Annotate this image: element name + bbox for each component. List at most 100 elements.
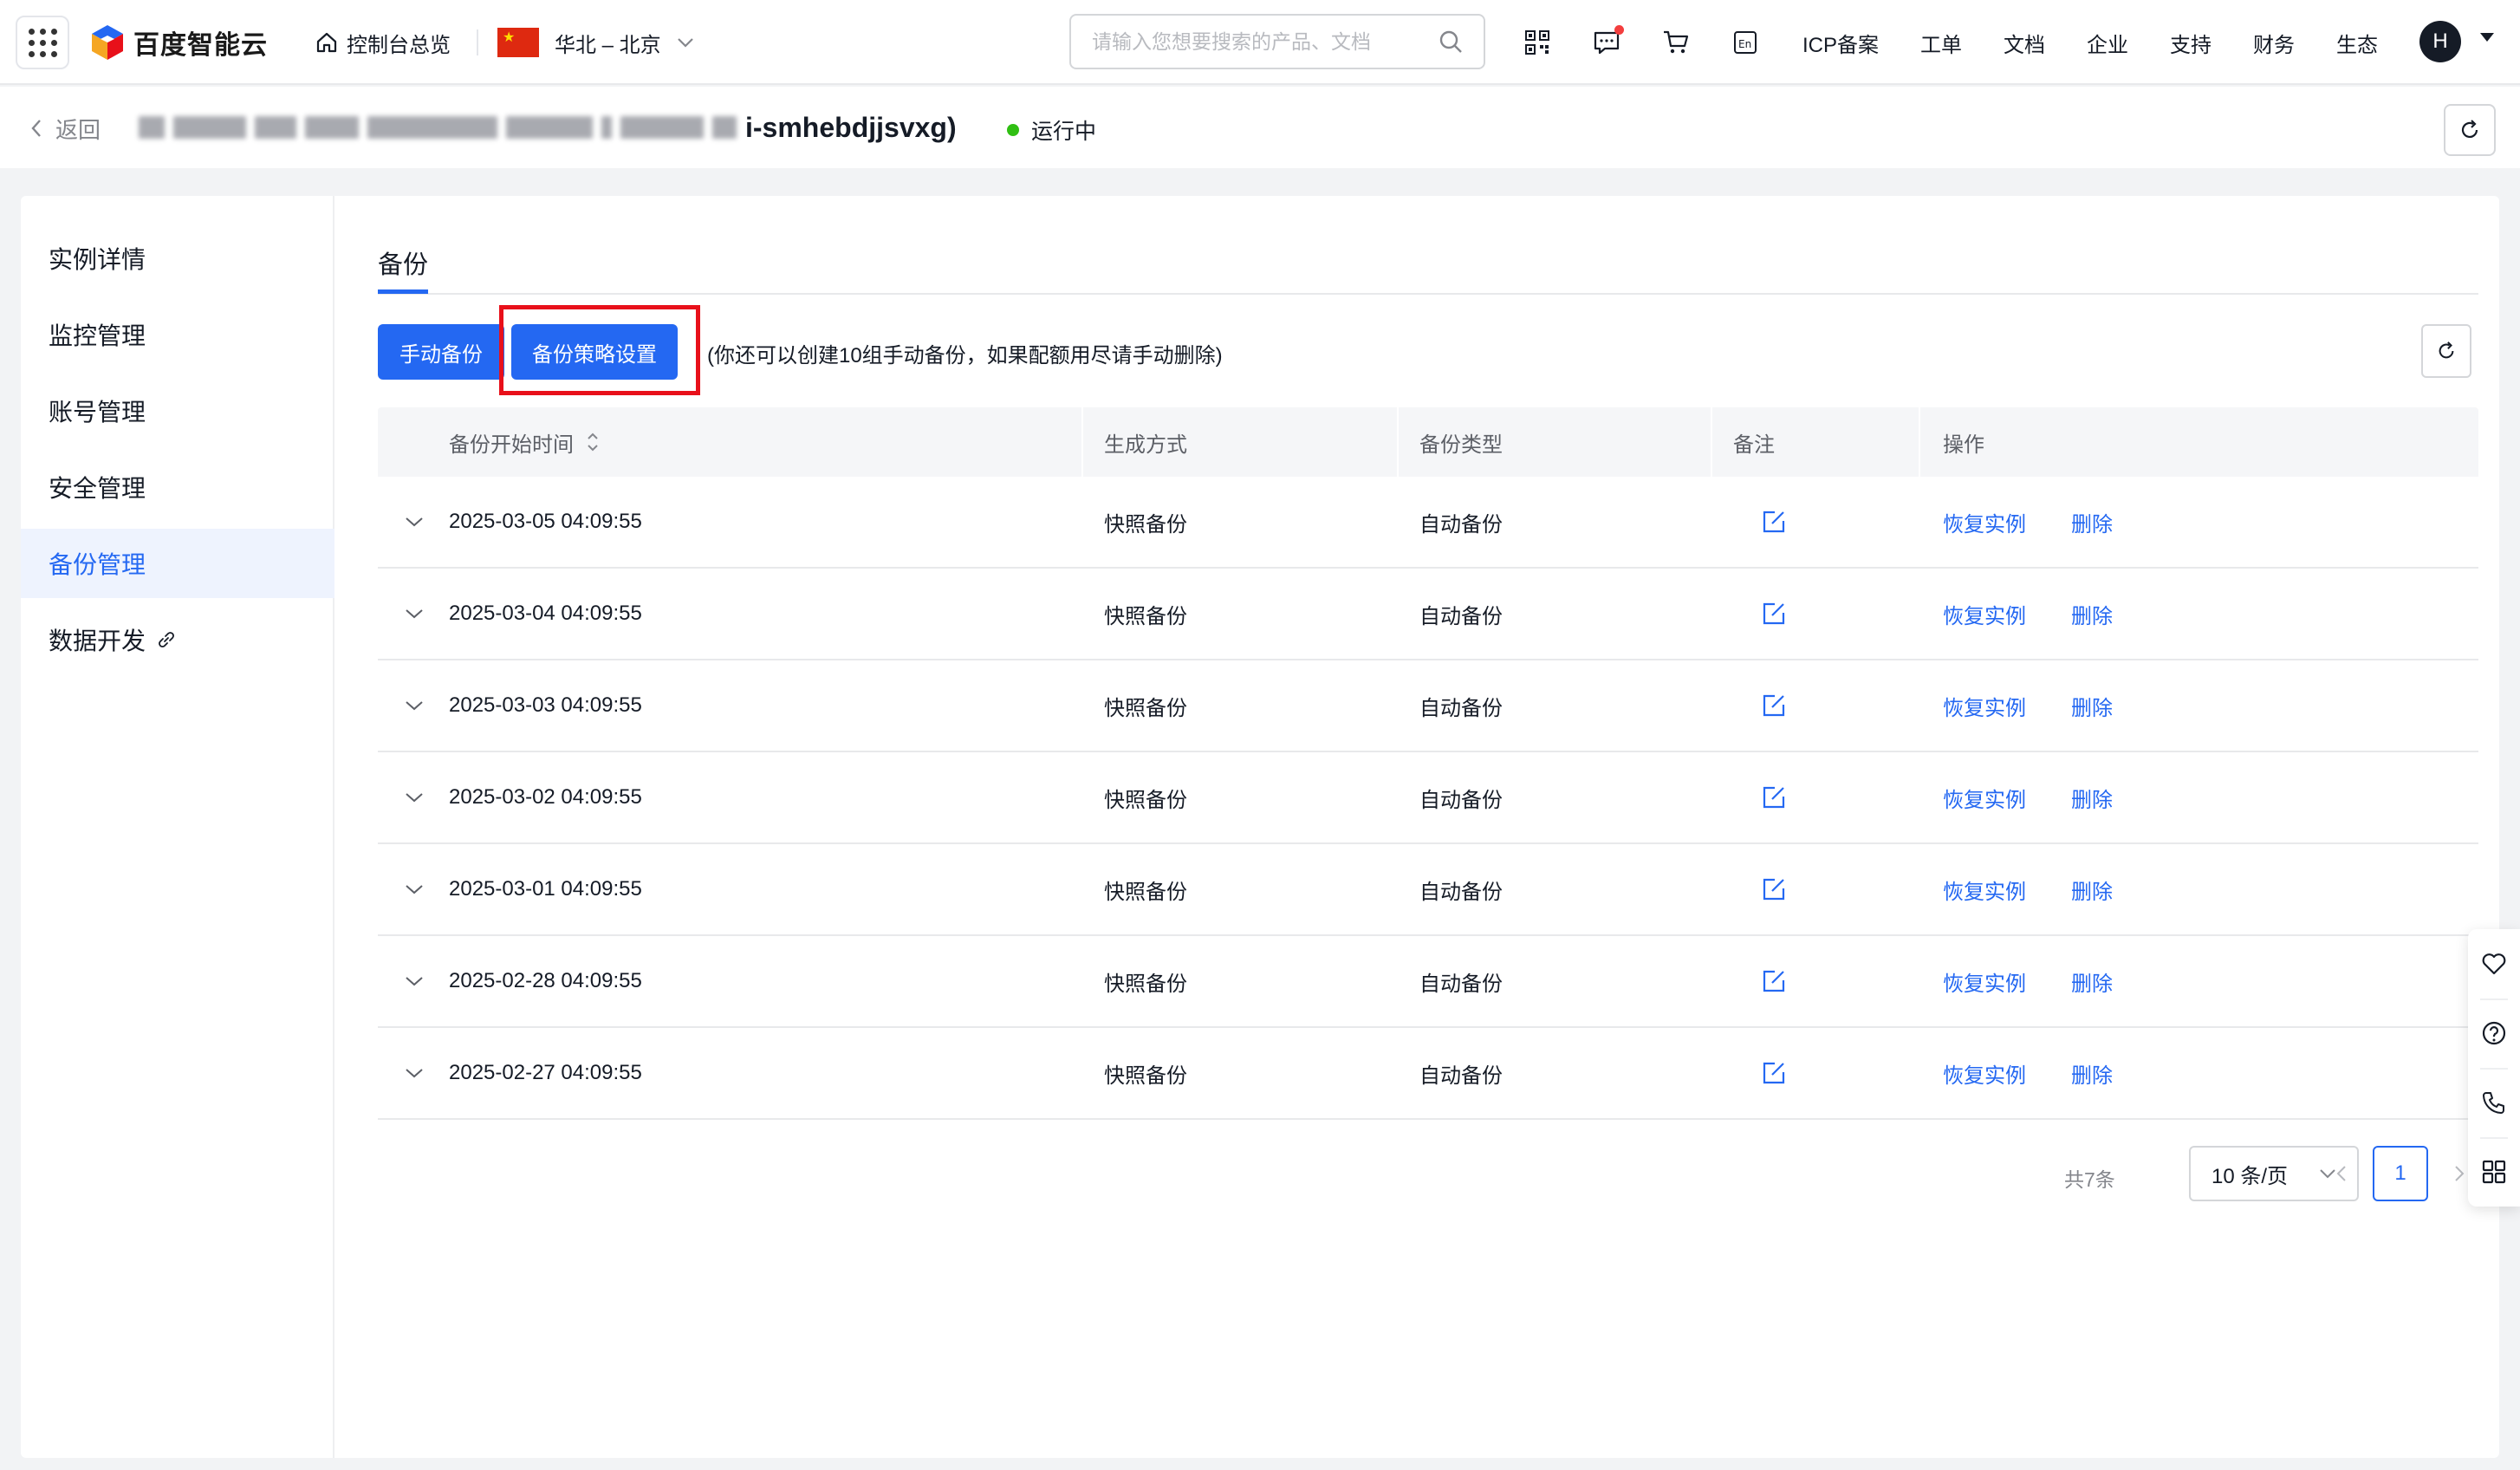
expand-row-toggle[interactable] bbox=[399, 660, 430, 751]
favorite-button[interactable] bbox=[2468, 929, 2520, 998]
edit-remark-button[interactable] bbox=[1761, 844, 1787, 934]
phone-button[interactable] bbox=[2468, 1068, 2520, 1137]
message-button[interactable] bbox=[1588, 23, 1626, 62]
search-icon[interactable] bbox=[1439, 29, 1463, 54]
tab-backup[interactable]: 备份 bbox=[378, 244, 428, 295]
sidebar-item-instance-details[interactable]: 实例详情 bbox=[21, 224, 334, 293]
ticket-link[interactable]: 工单 bbox=[1920, 28, 1962, 58]
back-label: 返回 bbox=[55, 116, 101, 143]
help-button[interactable] bbox=[2468, 998, 2520, 1068]
language-button[interactable]: En bbox=[1726, 23, 1764, 62]
console-overview-link[interactable]: 控制台总览 bbox=[315, 24, 451, 61]
delete-backup-link[interactable]: 删除 bbox=[2071, 569, 2113, 659]
chevron-down-icon bbox=[677, 38, 693, 48]
manual-backup-button[interactable]: 手动备份 bbox=[378, 324, 504, 380]
search-input[interactable] bbox=[1092, 29, 1439, 54]
delete-backup-link[interactable]: 删除 bbox=[2071, 660, 2113, 751]
redacted-block bbox=[506, 116, 593, 139]
backup-policy-settings-button[interactable]: 备份策略设置 bbox=[511, 324, 678, 380]
edit-remark-button[interactable] bbox=[1761, 752, 1787, 842]
delete-backup-link[interactable]: 删除 bbox=[2071, 844, 2113, 934]
sidebar-item-label: 账号管理 bbox=[49, 399, 146, 426]
floating-toolbar bbox=[2468, 929, 2520, 1207]
chevron-down-icon bbox=[406, 609, 423, 619]
restore-instance-link[interactable]: 恢复实例 bbox=[1943, 569, 2026, 659]
instance-header: 返回 i-smhebdjjsvxg) 运行中 bbox=[0, 87, 2520, 168]
caret-down-icon[interactable] bbox=[2480, 33, 2494, 42]
finance-link[interactable]: 财务 bbox=[2253, 28, 2295, 58]
page-number-current[interactable]: 1 bbox=[2373, 1146, 2428, 1201]
apps-menu-button[interactable] bbox=[16, 16, 69, 69]
expand-row-toggle[interactable] bbox=[399, 936, 430, 1026]
expand-row-toggle[interactable] bbox=[399, 1028, 430, 1118]
delete-backup-link[interactable]: 删除 bbox=[2071, 477, 2113, 567]
sort-icon[interactable] bbox=[586, 431, 600, 453]
cell-start-time: 2025-03-01 04:09:55 bbox=[449, 877, 642, 901]
apps-button[interactable] bbox=[2468, 1137, 2520, 1207]
edit-remark-button[interactable] bbox=[1761, 1028, 1787, 1118]
china-flag-icon bbox=[497, 28, 539, 57]
sidebar-item-accounts[interactable]: 账号管理 bbox=[21, 376, 334, 446]
favorite-icon bbox=[2482, 953, 2506, 975]
region-selector[interactable]: 华北 – 北京 bbox=[497, 24, 694, 61]
edit-remark-button[interactable] bbox=[1761, 936, 1787, 1026]
edit-icon bbox=[1763, 694, 1785, 717]
refresh-list-button[interactable] bbox=[2421, 324, 2471, 378]
chevron-down-icon bbox=[406, 701, 423, 711]
edit-remark-button[interactable] bbox=[1761, 569, 1787, 659]
table-header: 备份开始时间 生成方式 备份类型 备注 操作 bbox=[378, 407, 2478, 477]
sidebar-item-security[interactable]: 安全管理 bbox=[21, 452, 334, 522]
cell-start-time: 2025-03-05 04:09:55 bbox=[449, 510, 642, 533]
console-overview-label: 控制台总览 bbox=[347, 33, 451, 57]
status-dot-icon bbox=[1007, 124, 1019, 136]
edit-remark-button[interactable] bbox=[1761, 660, 1787, 751]
global-search bbox=[1069, 14, 1485, 69]
enterprise-link[interactable]: 企业 bbox=[2087, 28, 2128, 58]
sidebar-item-data-dev[interactable]: 数据开发 bbox=[21, 605, 334, 674]
docs-link[interactable]: 文档 bbox=[2004, 28, 2045, 58]
delete-backup-link[interactable]: 删除 bbox=[2071, 1028, 2113, 1118]
sidebar-item-monitoring[interactable]: 监控管理 bbox=[21, 300, 334, 369]
cell-start-time: 2025-02-28 04:09:55 bbox=[449, 969, 642, 992]
restore-instance-link[interactable]: 恢复实例 bbox=[1943, 1028, 2026, 1118]
column-header-label: 备份开始时间 bbox=[449, 433, 574, 457]
cart-button[interactable] bbox=[1657, 23, 1695, 62]
prev-page-button[interactable] bbox=[2328, 1160, 2355, 1187]
chevron-down-icon bbox=[406, 885, 423, 894]
column-header-method: 生成方式 bbox=[1104, 433, 1187, 457]
backup-table: 备份开始时间 生成方式 备份类型 备注 操作 2025-03-05 04:09:… bbox=[378, 407, 2478, 1120]
column-divider bbox=[1397, 407, 1399, 477]
cell-method: 快照备份 bbox=[1104, 696, 1187, 720]
table-row: 2025-03-03 04:09:55 快照备份 自动备份 恢复实例 删除 bbox=[378, 660, 2478, 752]
restore-instance-link[interactable]: 恢复实例 bbox=[1943, 752, 2026, 842]
expand-row-toggle[interactable] bbox=[399, 477, 430, 567]
expand-row-toggle[interactable] bbox=[399, 569, 430, 659]
brand-logo[interactable]: 百度智能云 bbox=[90, 21, 268, 64]
cell-method: 快照备份 bbox=[1104, 1063, 1187, 1088]
redacted-block bbox=[255, 116, 296, 139]
delete-backup-link[interactable]: 删除 bbox=[2071, 752, 2113, 842]
column-header-start-time[interactable]: 备份开始时间 bbox=[449, 407, 600, 477]
restore-instance-link[interactable]: 恢复实例 bbox=[1943, 844, 2026, 934]
edit-remark-button[interactable] bbox=[1761, 477, 1787, 567]
back-button[interactable]: 返回 bbox=[29, 111, 101, 146]
user-avatar[interactable]: H bbox=[2419, 21, 2461, 62]
sidebar-item-backup[interactable]: 备份管理 bbox=[21, 529, 334, 598]
icp-link[interactable]: ICP备案 bbox=[1802, 28, 1879, 58]
restore-instance-link[interactable]: 恢复实例 bbox=[1943, 660, 2026, 751]
ecosystem-link[interactable]: 生态 bbox=[2336, 28, 2378, 58]
phone-icon bbox=[2483, 1092, 2504, 1114]
expand-row-toggle[interactable] bbox=[399, 844, 430, 934]
chevron-down-icon bbox=[406, 793, 423, 803]
refresh-page-button[interactable] bbox=[2444, 104, 2496, 156]
table-row: 2025-02-27 04:09:55 快照备份 自动备份 恢复实例 删除 bbox=[378, 1028, 2478, 1120]
top-links: ICP备案 工单 文档 企业 支持 财务 生态 bbox=[1802, 24, 2378, 61]
support-link[interactable]: 支持 bbox=[2170, 28, 2211, 58]
restore-instance-link[interactable]: 恢复实例 bbox=[1943, 477, 2026, 567]
cell-method: 快照备份 bbox=[1104, 604, 1187, 628]
expand-row-toggle[interactable] bbox=[399, 752, 430, 842]
restore-instance-link[interactable]: 恢复实例 bbox=[1943, 936, 2026, 1026]
tab-active-indicator bbox=[378, 289, 428, 294]
delete-backup-link[interactable]: 删除 bbox=[2071, 936, 2113, 1026]
qrcode-button[interactable] bbox=[1518, 23, 1556, 62]
